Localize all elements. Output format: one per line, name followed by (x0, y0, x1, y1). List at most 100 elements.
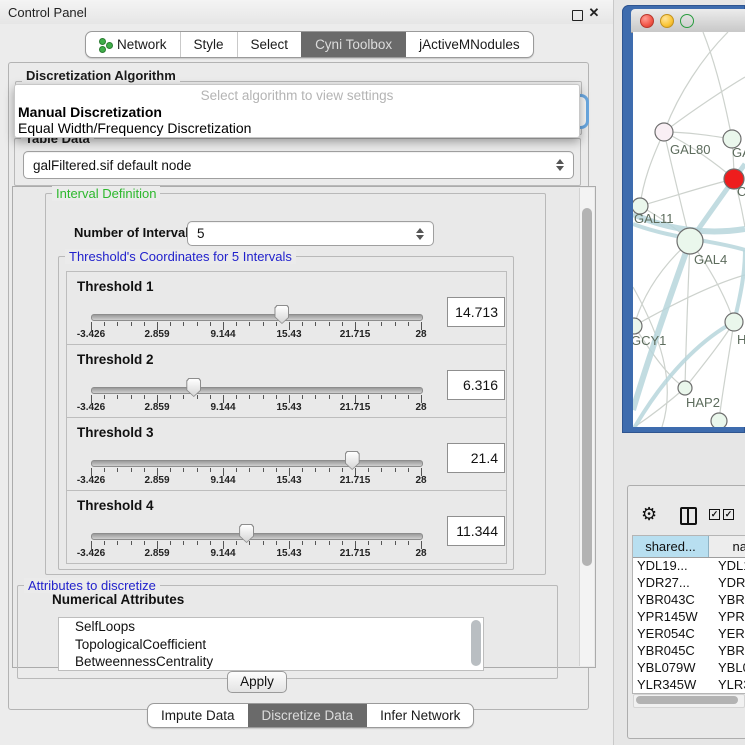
tick-mark (197, 541, 198, 545)
tick-mark (236, 322, 237, 326)
tick-mark (210, 541, 211, 545)
network-window-titlebar[interactable] (631, 9, 745, 33)
network-node-H-node[interactable] (725, 313, 743, 331)
network-node-GAL4[interactable] (677, 228, 703, 254)
numerical-attributes-list[interactable]: SelfLoopsTopologicalCoefficientBetweenne… (58, 617, 484, 671)
tab-cyni-toolbox[interactable]: Cyni Toolbox (301, 32, 405, 57)
minimize-traffic-light-icon[interactable] (660, 14, 674, 28)
threshold-value-field[interactable]: 21.4 (447, 443, 505, 473)
tab-discretize-data[interactable]: Discretize Data (248, 704, 367, 727)
checkbox-icon[interactable]: ✓ (723, 509, 734, 520)
table-row[interactable]: YPR145WYPR1 (633, 609, 745, 626)
list-scrollbar[interactable] (471, 620, 481, 666)
attribute-item[interactable]: TopologicalCoefficient (59, 636, 483, 654)
tab-select[interactable]: Select (237, 32, 302, 57)
network-node-HAP2[interactable] (678, 381, 692, 395)
network-edge-highlighted (734, 250, 745, 322)
tab-network[interactable]: Network (86, 32, 180, 57)
table-row[interactable]: YBR043CYBR0 (633, 592, 745, 609)
node-table[interactable]: shared...na YDL19...YDL1YDR27...YDR2YBR0… (632, 535, 745, 694)
cell-name: YBL0 (713, 660, 745, 677)
tick-label: -3.426 (77, 402, 105, 413)
settings-scrollbar-thumb[interactable] (582, 208, 592, 566)
slider-track[interactable] (91, 460, 423, 467)
tick-label: 15.43 (276, 475, 301, 486)
slider-track[interactable] (91, 314, 423, 321)
threshold-value-field[interactable]: 14.713 (447, 297, 505, 327)
tick-mark (381, 322, 382, 326)
network-edge (664, 32, 728, 132)
table-data-combobox[interactable]: galFiltered.sif default node (23, 151, 574, 179)
network-view-window: GAL80GACGAL11GAL4GCY1HHAP2 (622, 5, 745, 433)
num-intervals-spinner[interactable]: 5 (187, 221, 434, 246)
screen: Control Panel ✕ NetworkStyleSelectCyni T… (0, 0, 745, 745)
table-row[interactable]: YER054CYER0 (633, 626, 745, 643)
tick-mark (263, 541, 264, 545)
cell-shared-name: YBL079W (633, 660, 713, 677)
slider-tick-labels: -3.4262.8599.14415.4321.71528 (91, 329, 421, 341)
table-row[interactable]: YDR27...YDR2 (633, 575, 745, 592)
float-window-icon[interactable] (572, 10, 583, 21)
tick-mark (117, 395, 118, 399)
attribute-item[interactable]: BetweennessCentrality (59, 653, 483, 671)
column-header-1[interactable]: shared... (633, 536, 709, 557)
tick-mark (329, 541, 330, 545)
tab-infer-network[interactable]: Infer Network (366, 704, 473, 727)
network-node-GCY1[interactable] (633, 318, 642, 334)
table-data-value: galFiltered.sif default node (24, 158, 552, 173)
tick-mark (329, 468, 330, 472)
column-header-2[interactable]: na (709, 536, 745, 557)
network-node-GAL80[interactable] (655, 123, 673, 141)
gear-icon[interactable]: ⚙ (641, 504, 657, 525)
column-layout-icon[interactable] (680, 507, 697, 525)
tab-impute-data[interactable]: Impute Data (148, 704, 248, 727)
cell-shared-name: YER054C (633, 626, 713, 643)
table-horizontal-scrollbar[interactable] (633, 694, 745, 708)
apply-button[interactable]: Apply (227, 671, 287, 693)
table-row[interactable]: YBL079WYBL0 (633, 660, 745, 677)
tab-jactivemnodules[interactable]: jActiveMNodules (405, 32, 533, 57)
control-panel-titlebar[interactable]: Control Panel ✕ (0, 0, 613, 24)
threshold-value-field[interactable]: 11.344 (447, 516, 505, 546)
threshold-box: Threshold 4-3.4262.8599.14415.4321.71528… (66, 490, 507, 564)
algorithm-option-manual[interactable]: Manual Discretization (18, 104, 162, 120)
tick-label: 2.859 (144, 548, 169, 559)
cyni-bottom-tabs: Impute DataDiscretize DataInfer Network (147, 703, 474, 728)
table-row[interactable]: YBR045CYBR0 (633, 643, 745, 660)
slider-track[interactable] (91, 533, 423, 540)
network-edge (664, 132, 732, 139)
table-row[interactable]: YDL19...YDL1 (633, 558, 745, 575)
network-canvas[interactable]: GAL80GACGAL11GAL4GCY1HHAP2 (633, 32, 745, 427)
tick-label: 2.859 (144, 329, 169, 340)
cell-shared-name: YPR145W (633, 609, 713, 626)
table-row[interactable]: YLR345WYLR3 (633, 677, 745, 694)
tick-label: -3.426 (77, 329, 105, 340)
spinner-arrows-icon (552, 159, 568, 171)
close-traffic-light-icon[interactable] (640, 14, 654, 28)
attribute-item[interactable]: SelfLoops (59, 618, 483, 636)
tick-mark (381, 541, 382, 545)
cell-shared-name: YDR27... (633, 575, 713, 592)
tab-style[interactable]: Style (180, 32, 237, 57)
tick-mark (197, 468, 198, 472)
tick-mark (249, 541, 250, 545)
checkbox-icon[interactable]: ✓ (709, 509, 720, 520)
tick-mark (368, 468, 369, 472)
cell-shared-name: YDL19... (633, 558, 713, 575)
tick-mark (276, 322, 277, 326)
threshold-label: Threshold 2 (77, 352, 154, 367)
close-icon[interactable]: ✕ (588, 7, 600, 19)
zoom-traffic-light-icon[interactable] (680, 14, 694, 28)
algorithm-placeholder-option[interactable]: Select algorithm to view settings (15, 88, 579, 103)
tick-mark (210, 395, 211, 399)
network-node-bottom-node[interactable] (711, 413, 727, 427)
algorithm-option-equal-width[interactable]: Equal Width/Frequency Discretization (18, 120, 251, 136)
slider-track[interactable] (91, 387, 423, 394)
settings-scrollbar[interactable] (579, 188, 594, 666)
table-horizontal-scrollbar-thumb[interactable] (636, 696, 738, 704)
tick-label: 21.715 (340, 329, 371, 340)
control-panel-title: Control Panel (8, 5, 87, 20)
table-panel-titlebar[interactable]: Table Panel (614, 452, 745, 482)
tick-label: 28 (415, 548, 426, 559)
threshold-value-field[interactable]: 6.316 (447, 370, 505, 400)
